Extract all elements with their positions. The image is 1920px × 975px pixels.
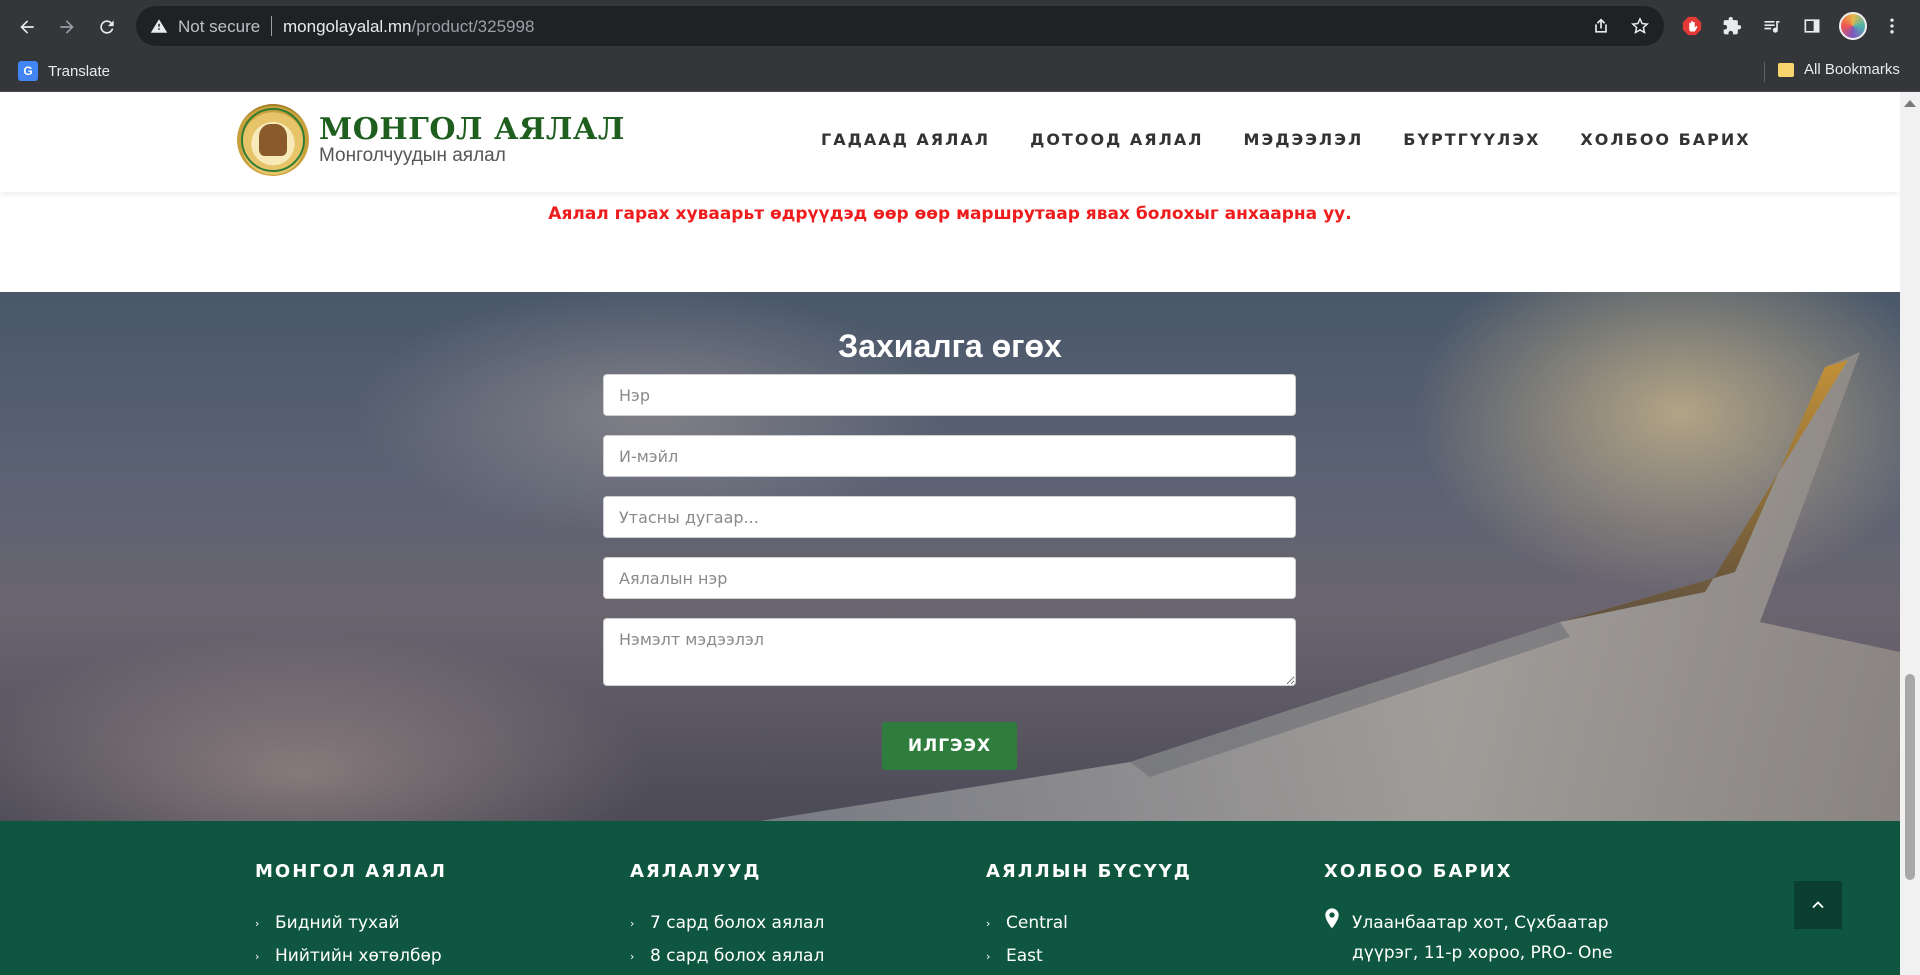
back-to-top-button[interactable] bbox=[1794, 881, 1842, 929]
bookmark-translate[interactable]: G Translate bbox=[18, 61, 110, 81]
footer-col-trips: АЯЛАЛУУД › 7 сард болох аялал › 8 сард бол… bbox=[630, 861, 824, 975]
nav-information[interactable]: МЭДЭЭЛЭЛ bbox=[1244, 130, 1364, 149]
forward-icon[interactable] bbox=[52, 12, 82, 42]
footer-col-contact: ХОЛБОО БАРИХ Улаанбаатар хот, Сүхбаатар … bbox=[1324, 861, 1613, 968]
footer-link[interactable]: › East bbox=[986, 943, 1192, 970]
url-text[interactable]: mongolayalal.mn/product/325998 bbox=[283, 17, 534, 37]
url-path: /product/325998 bbox=[411, 17, 535, 36]
chevron-right-icon: › bbox=[986, 950, 991, 963]
chevron-right-icon: › bbox=[255, 950, 260, 963]
address-line: Улаанбаатар хот, Сүхбаатар bbox=[1352, 913, 1609, 933]
footer-col-about: МОНГОЛ АЯЛАЛ › Бидний тухай › Нийтийн хөтө… bbox=[255, 861, 447, 975]
chevron-up-icon bbox=[1812, 901, 1824, 909]
site-header: МОНГОЛ АЯЛАЛ Монголчуудын аялал ГАДААД А… bbox=[0, 92, 1900, 192]
order-form-title: Захиалга өгөх bbox=[838, 328, 1062, 364]
nav-domestic-travel[interactable]: ДОТООД АЯЛАЛ bbox=[1030, 130, 1203, 149]
footer-link-label: Central bbox=[1006, 913, 1068, 933]
location-pin-icon bbox=[1325, 908, 1339, 929]
scrollbar-thumb[interactable] bbox=[1905, 674, 1915, 880]
all-bookmarks[interactable]: All Bookmarks bbox=[1778, 61, 1900, 78]
footer-heading-regions: АЯЛЛЫН БҮСҮҮД bbox=[986, 861, 1192, 882]
google-translate-icon: G bbox=[18, 61, 38, 81]
bookmark-translate-label: Translate bbox=[48, 62, 110, 80]
url-host: mongolayalal.mn bbox=[283, 17, 412, 36]
camel-logo-emblem bbox=[237, 104, 309, 176]
side-panel-icon[interactable] bbox=[1800, 14, 1824, 38]
notes-textarea[interactable] bbox=[603, 618, 1296, 686]
logo-subtitle: Монголчуудын аялал bbox=[319, 145, 506, 166]
chevron-right-icon: › bbox=[630, 917, 635, 930]
address-bar[interactable]: Not secure mongolayalal.mn/product/32599… bbox=[136, 6, 1664, 46]
share-icon[interactable] bbox=[1591, 16, 1611, 36]
footer-heading-contact: ХОЛБОО БАРИХ bbox=[1324, 861, 1513, 882]
warning-icon bbox=[150, 19, 168, 33]
name-input[interactable] bbox=[603, 374, 1296, 416]
profile-avatar[interactable] bbox=[1839, 12, 1867, 40]
address-line: дүүрэг, 11-р хороо, PRO- One bbox=[1352, 943, 1613, 963]
main-nav: ГАДААД АЯЛАЛ ДОТООД АЯЛАЛ МЭДЭЭЛЭЛ БҮРТГ… bbox=[821, 130, 1751, 149]
logo-title: МОНГОЛ АЯЛАЛ bbox=[319, 112, 625, 147]
footer-link-label: 7 сард болох аялал bbox=[650, 913, 825, 933]
schedule-notice: Аялал гарах хуваарьт өдрүүдэд өөр өөр ма… bbox=[548, 204, 1352, 224]
chevron-right-icon: › bbox=[255, 917, 260, 930]
chevron-right-icon: › bbox=[986, 917, 991, 930]
bookmarks-divider bbox=[1764, 62, 1765, 82]
footer-link-label: Нийтийн хөтөлбөр bbox=[275, 946, 442, 966]
reload-icon[interactable] bbox=[92, 12, 122, 42]
all-bookmarks-label: All Bookmarks bbox=[1804, 61, 1900, 78]
chevron-right-icon: › bbox=[630, 950, 635, 963]
footer-link[interactable]: › 8 сард болох аялал bbox=[630, 943, 824, 970]
phone-input[interactable] bbox=[603, 496, 1296, 538]
scroll-up-arrow-icon[interactable] bbox=[1904, 100, 1916, 107]
footer-heading-about: МОНГОЛ АЯЛАЛ bbox=[255, 861, 447, 882]
footer-link[interactable]: › Нийтийн хөтөлбөр bbox=[255, 943, 447, 970]
page-scrollbar[interactable] bbox=[1900, 92, 1920, 975]
site-logo[interactable]: МОНГОЛ АЯЛАЛ Монголчуудын аялал bbox=[237, 104, 625, 176]
footer-link-label: 8 сард болох аялал bbox=[650, 946, 825, 966]
browser-toolbar: Not secure mongolayalal.mn/product/32599… bbox=[0, 0, 1920, 52]
nav-register[interactable]: БҮРТГҮҮЛЭХ bbox=[1403, 130, 1540, 149]
address-separator bbox=[271, 16, 272, 36]
star-icon[interactable] bbox=[1630, 16, 1650, 36]
nav-contact[interactable]: ХОЛБОО БАРИХ bbox=[1580, 130, 1750, 149]
email-input[interactable] bbox=[603, 435, 1296, 477]
footer-link[interactable]: › 7 сард болох аялал bbox=[630, 910, 824, 937]
site-footer: МОНГОЛ АЯЛАЛ › Бидний тухай › Нийтийн хөтө… bbox=[0, 821, 1900, 975]
footer-heading-trips: АЯЛАЛУУД bbox=[630, 861, 762, 882]
security-status[interactable]: Not secure bbox=[178, 17, 260, 37]
footer-link-label: Бидний тухай bbox=[275, 913, 400, 933]
adblock-extension-icon[interactable] bbox=[1680, 14, 1704, 38]
trip-name-input[interactable] bbox=[603, 557, 1296, 599]
submit-button[interactable]: ИЛГЭЭХ bbox=[882, 722, 1017, 770]
reading-list-icon[interactable] bbox=[1760, 14, 1784, 38]
order-section: Захиалга өгөх ИЛГЭЭХ bbox=[0, 292, 1900, 821]
footer-link-label: East bbox=[1006, 946, 1043, 966]
footer-link[interactable]: › Central bbox=[986, 910, 1192, 937]
folder-icon bbox=[1778, 62, 1794, 77]
back-icon[interactable] bbox=[12, 12, 42, 42]
page-viewport: МОНГОЛ АЯЛАЛ Монголчуудын аялал ГАДААД А… bbox=[0, 92, 1900, 975]
menu-dots-icon[interactable] bbox=[1880, 14, 1904, 38]
extensions-puzzle-icon[interactable] bbox=[1720, 14, 1744, 38]
nav-foreign-travel[interactable]: ГАДААД АЯЛАЛ bbox=[821, 130, 990, 149]
footer-link[interactable]: › Бидний тухай bbox=[255, 910, 447, 937]
footer-col-regions: АЯЛЛЫН БҮСҮҮД › Central › East bbox=[986, 861, 1192, 975]
bookmarks-bar: G Translate All Bookmarks bbox=[0, 52, 1920, 92]
